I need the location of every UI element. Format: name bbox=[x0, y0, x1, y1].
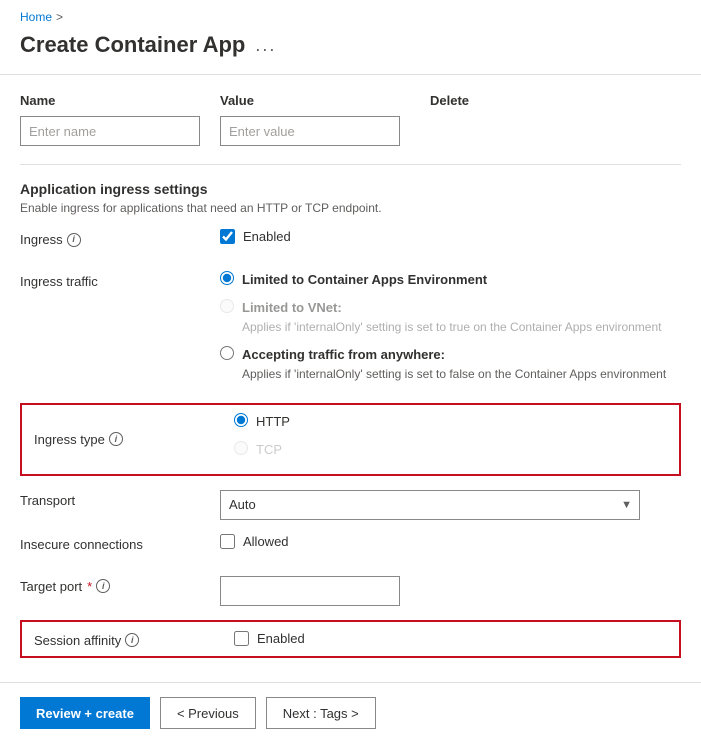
transport-select[interactable]: Auto HTTP/1 HTTP/2 TCP bbox=[220, 490, 640, 520]
insecure-connections-checkbox[interactable] bbox=[220, 534, 235, 549]
ingress-row: Ingress i Enabled bbox=[20, 229, 681, 257]
session-affinity-checkbox-label: Enabled bbox=[257, 631, 305, 646]
traffic-label-limited-container: Limited to Container Apps Environment bbox=[242, 271, 487, 289]
ingress-type-tcp-radio[interactable] bbox=[234, 441, 248, 455]
session-affinity-checkbox[interactable] bbox=[234, 631, 249, 646]
page-title: Create Container App ... bbox=[0, 28, 701, 74]
breadcrumb: Home > bbox=[0, 0, 701, 28]
ingress-type-http-label: HTTP bbox=[256, 413, 290, 431]
next-button[interactable]: Next : Tags > bbox=[266, 697, 376, 729]
target-port-row: Target port * i 80 bbox=[20, 576, 681, 606]
traffic-radio-limited-vnet[interactable] bbox=[220, 299, 234, 313]
ingress-traffic-row: Ingress traffic Limited to Container App… bbox=[20, 271, 681, 389]
previous-button[interactable]: < Previous bbox=[160, 697, 256, 729]
section-title: Application ingress settings bbox=[20, 181, 681, 197]
review-create-button[interactable]: Review + create bbox=[20, 697, 150, 729]
title-divider bbox=[0, 74, 701, 75]
ingress-info-icon[interactable]: i bbox=[67, 233, 81, 247]
ingress-enabled-checkbox[interactable] bbox=[220, 229, 235, 244]
ingress-traffic-label: Ingress traffic bbox=[20, 274, 98, 289]
insecure-connections-label: Insecure connections bbox=[20, 537, 143, 552]
session-affinity-highlighted-box: Session affinity i Enabled bbox=[20, 620, 681, 658]
insecure-connections-checkbox-label: Allowed bbox=[243, 534, 289, 549]
session-affinity-label: Session affinity bbox=[34, 633, 121, 648]
ingress-type-highlighted-box: Ingress type i HTTP TCP bbox=[20, 403, 681, 475]
name-input[interactable] bbox=[20, 116, 200, 146]
page-title-text: Create Container App bbox=[20, 32, 245, 58]
bottom-bar: Review + create < Previous Next : Tags > bbox=[0, 682, 701, 743]
section-divider bbox=[20, 164, 681, 165]
col-value: Value bbox=[220, 93, 430, 108]
breadcrumb-home[interactable]: Home bbox=[20, 10, 52, 24]
traffic-option-2: Accepting traffic from anywhere: Applies… bbox=[220, 346, 681, 383]
transport-label: Transport bbox=[20, 493, 75, 508]
target-port-label: Target port bbox=[20, 579, 82, 594]
ingress-type-http-radio[interactable] bbox=[234, 413, 248, 427]
target-port-info-icon[interactable]: i bbox=[96, 579, 110, 593]
ingress-type-http-option: HTTP bbox=[234, 413, 667, 431]
ingress-type-tcp-option: TCP bbox=[234, 441, 667, 459]
value-input[interactable] bbox=[220, 116, 400, 146]
ingress-label: Ingress bbox=[20, 232, 63, 247]
col-delete: Delete bbox=[430, 93, 510, 108]
insecure-connections-row: Insecure connections Allowed bbox=[20, 534, 681, 562]
transport-select-wrapper: Auto HTTP/1 HTTP/2 TCP ▼ bbox=[220, 490, 640, 520]
table-row bbox=[20, 112, 681, 150]
traffic-radio-accepting-anywhere[interactable] bbox=[220, 346, 234, 360]
traffic-radio-limited-container[interactable] bbox=[220, 271, 234, 285]
ingress-type-tcp-label: TCP bbox=[256, 441, 282, 459]
transport-row: Transport Auto HTTP/1 HTTP/2 TCP ▼ bbox=[20, 490, 681, 520]
traffic-option-1: Limited to VNet: Applies if 'internalOnl… bbox=[220, 299, 681, 336]
page-title-ellipsis[interactable]: ... bbox=[255, 35, 276, 56]
col-name: Name bbox=[20, 93, 220, 108]
breadcrumb-separator: > bbox=[56, 10, 63, 24]
traffic-option-0: Limited to Container Apps Environment bbox=[220, 271, 681, 289]
ingress-type-label: Ingress type bbox=[34, 432, 105, 447]
traffic-label-accepting-anywhere: Accepting traffic from anywhere: Applies… bbox=[242, 346, 666, 383]
traffic-label-limited-vnet: Limited to VNet: Applies if 'internalOnl… bbox=[242, 299, 661, 336]
session-affinity-info-icon[interactable]: i bbox=[125, 633, 139, 647]
ingress-type-info-icon[interactable]: i bbox=[109, 432, 123, 446]
target-port-input[interactable]: 80 bbox=[220, 576, 400, 606]
section-subtitle: Enable ingress for applications that nee… bbox=[20, 201, 681, 215]
ingress-enabled-label: Enabled bbox=[243, 229, 291, 244]
table-header: Name Value Delete bbox=[20, 87, 681, 112]
main-content: Name Value Delete Application ingress se… bbox=[0, 87, 701, 742]
